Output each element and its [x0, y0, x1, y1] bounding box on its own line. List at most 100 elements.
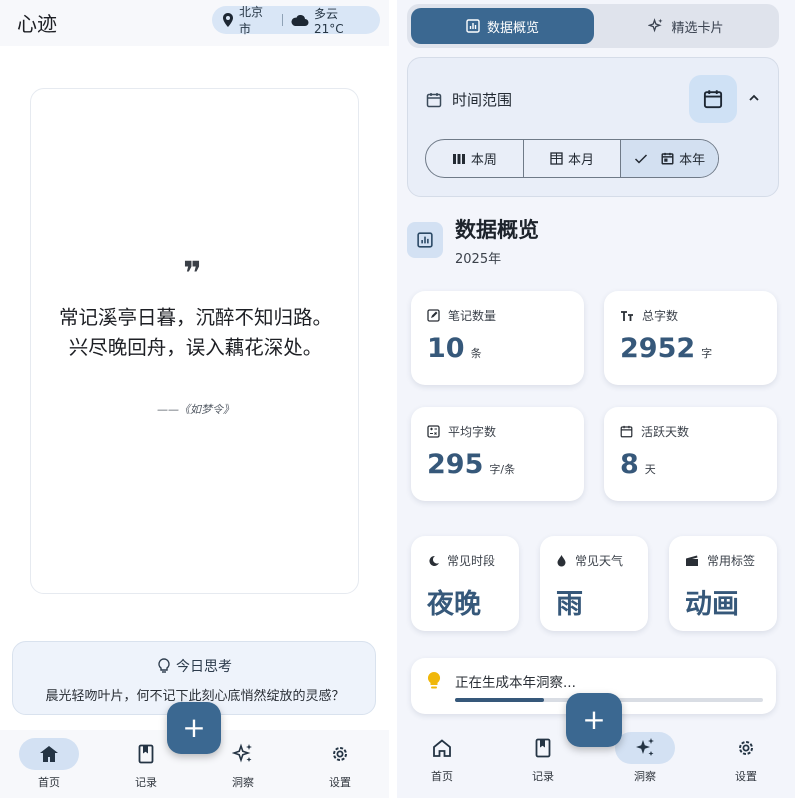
chevron-up-icon[interactable] — [747, 91, 761, 105]
stat-card-common-tag: 常用标签 动画 — [669, 536, 777, 631]
nav-insights-pill — [213, 738, 273, 770]
book-icon — [138, 744, 154, 764]
app-header: 心迹 北京市 多云 21°C — [0, 0, 389, 46]
stat-number: 夜晚 — [427, 589, 481, 620]
insight-tabs: 数据概览 精选卡片 — [407, 4, 779, 48]
stat-label: 平均字数 — [427, 423, 496, 440]
tab-featured-cards[interactable]: 精选卡片 — [597, 8, 775, 44]
tab-data-overview[interactable]: 数据概览 — [411, 8, 594, 44]
insight-status-text: 正在生成本年洞察... — [455, 675, 576, 691]
stat-card-average-words: 平均字数 295 字/条 — [411, 407, 584, 501]
stat-label-text: 笔记数量 — [448, 309, 497, 323]
stat-value: 295 字/条 — [427, 449, 515, 480]
stat-card-common-weather: 常见天气 雨 — [540, 536, 648, 631]
stat-unit: 字 — [701, 347, 713, 360]
quote-card[interactable]: ❞ 常记溪亭日暮，沉醉不知归路。兴尽晚回舟，误入藕花深处。 ——《如梦令》 — [30, 88, 359, 594]
lightbulb-icon — [158, 658, 170, 673]
range-option-month-label: 本月 — [568, 153, 595, 168]
time-range-card: 时间范围 本周 本月 本年 — [407, 57, 779, 197]
stat-number: 雨 — [556, 589, 583, 620]
plus-icon: + — [582, 703, 606, 736]
stat-label-text: 常用标签 — [707, 554, 756, 568]
stat-unit: 字/条 — [489, 463, 516, 476]
nav-records-pill — [513, 732, 573, 764]
stat-value: 10 条 — [427, 333, 482, 364]
location-weather-chip[interactable]: 北京市 多云 21°C — [212, 5, 380, 36]
lightbulb-icon — [427, 671, 441, 689]
stat-card-total-words: 总字数 2952 字 — [604, 291, 777, 385]
note-icon — [427, 309, 440, 322]
stat-number: 2952 — [620, 333, 696, 364]
stat-card-active-days: 活跃天数 8 天 — [604, 407, 777, 501]
stat-number: 10 — [427, 333, 465, 364]
nav-insights-pill — [615, 732, 675, 764]
book-icon — [535, 738, 551, 758]
stat-unit: 条 — [470, 347, 482, 360]
nav-home[interactable]: 首页 — [9, 738, 89, 794]
stat-card-common-time: 常见时段 夜晚 — [411, 536, 519, 631]
calendar-picker-button[interactable] — [689, 75, 737, 123]
range-option-week-label: 本周 — [470, 153, 497, 168]
stat-value: 2952 字 — [620, 333, 712, 364]
range-selector: 本周 本月 本年 — [425, 139, 719, 178]
stat-label-text: 活跃天数 — [641, 425, 690, 439]
nav-settings-pill — [716, 732, 776, 764]
chip-divider — [282, 14, 284, 26]
today-thinking-title: 今日思考 — [176, 659, 232, 675]
nav-settings[interactable]: 设置 — [300, 738, 380, 794]
nav-settings[interactable]: 设置 — [706, 732, 786, 788]
stat-label: 总字数 — [620, 307, 678, 324]
overview-subtitle: 2025年 — [455, 252, 502, 267]
check-icon — [635, 153, 648, 164]
stat-number: 8 — [620, 449, 639, 480]
stat-number: 动画 — [685, 589, 739, 620]
time-range-header: 时间范围 — [426, 89, 512, 110]
gear-icon — [333, 747, 347, 761]
stat-label: 常见时段 — [427, 552, 495, 569]
add-note-button[interactable]: + — [566, 693, 622, 747]
text-size-icon — [621, 310, 633, 321]
sparkle-icon — [648, 18, 664, 33]
panel-divider — [389, 0, 397, 798]
today-thinking-header: 今日思考 — [13, 656, 377, 676]
tab-featured-cards-label: 精选卡片 — [671, 20, 724, 36]
nav-settings-pill — [310, 738, 370, 770]
tab-data-overview-label: 数据概览 — [486, 20, 539, 36]
drop-icon — [557, 555, 566, 567]
quote-mark-icon: ❞ — [183, 254, 202, 292]
range-option-year[interactable]: 本年 — [621, 140, 718, 177]
sparkle-icon — [636, 738, 654, 756]
calendar-icon — [426, 92, 442, 107]
home-screen: 心迹 北京市 多云 21°C ❞ 常记溪亭日暮，沉醉不知归路。兴尽晚回舟，误入藕… — [0, 0, 389, 798]
plus-icon: + — [182, 711, 206, 744]
stat-label: 常见天气 — [556, 552, 623, 569]
bar-chart-icon — [417, 232, 433, 248]
gear-icon — [739, 741, 753, 755]
nav-home[interactable]: 首页 — [402, 732, 482, 788]
range-option-week[interactable]: 本周 — [426, 140, 524, 177]
nav-insights-label: 洞察 — [634, 770, 656, 783]
home-icon — [433, 739, 451, 757]
stat-label: 笔记数量 — [427, 307, 496, 324]
range-option-year-label: 本年 — [679, 153, 706, 168]
stat-label-text: 常见时段 — [447, 554, 496, 568]
cloud-icon — [291, 14, 309, 26]
nav-home-pill — [19, 738, 79, 770]
location-text: 北京市 — [239, 5, 264, 36]
stat-card-notes: 笔记数量 10 条 — [411, 291, 584, 385]
insights-screen: 数据概览 精选卡片 时间范围 本周 本月 本年 数据概览 2025年 笔记数量 … — [397, 0, 795, 798]
grid-icon — [550, 152, 563, 165]
nav-records-label: 记录 — [532, 770, 554, 783]
bar-chart-icon — [466, 19, 480, 33]
stat-label-text: 平均字数 — [448, 425, 497, 439]
add-note-button[interactable]: + — [167, 702, 221, 754]
nav-insights-label: 洞察 — [232, 776, 254, 789]
app-title: 心迹 — [17, 12, 57, 36]
stat-label-text: 总字数 — [642, 309, 679, 323]
nav-settings-label: 设置 — [329, 776, 351, 789]
stat-value: 8 天 — [620, 449, 656, 480]
moon-icon — [429, 555, 439, 566]
home-icon — [40, 746, 58, 762]
time-range-title: 时间范围 — [452, 91, 513, 109]
range-option-month[interactable]: 本月 — [524, 140, 622, 177]
